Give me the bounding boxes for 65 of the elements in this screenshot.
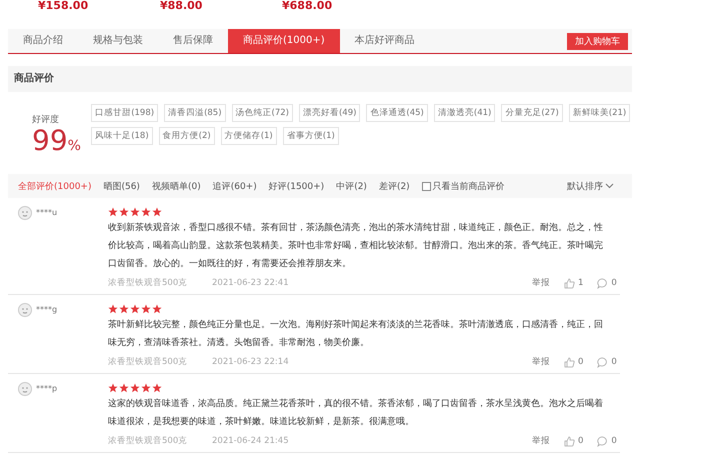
comment-count: 0 <box>611 436 617 446</box>
checkbox[interactable] <box>422 182 431 190</box>
rating-value: 99% <box>32 126 81 159</box>
review-tag[interactable]: 汤色纯正(72) <box>232 104 293 122</box>
thumbs-up-icon[interactable] <box>564 278 575 288</box>
chevron-down-icon <box>605 183 614 189</box>
comment-icon[interactable] <box>597 278 608 288</box>
like-count: 0 <box>578 357 584 367</box>
username: ****g <box>36 305 58 314</box>
review-text: 茶叶新鲜比较完整，颜色纯正分量也足。一次泡。海刚好茶叶闻起来有淡淡的兰花香味。茶叶清澈透底，口感清香，纯正，回味无穷，查清味香茶社。清透。头饱留香。非常耐泡，物美价廉。 <box>108 318 604 350</box>
add-to-cart-button[interactable]: 加入购物车 <box>567 32 628 50</box>
review-date: 2021-06-23 22:41 <box>212 278 290 288</box>
like-count: 1 <box>578 278 584 288</box>
sort-dropdown[interactable]: 默认排序 <box>567 180 603 192</box>
filter-tab[interactable]: 中评(2) <box>336 180 367 192</box>
product-price: ¥158.00 <box>37 0 90 11</box>
rating-label: 好评度 <box>32 114 59 126</box>
comment-icon[interactable] <box>597 356 608 368</box>
comment-count: 0 <box>611 357 617 367</box>
review-text: 这家的铁观音味道香，浓高品质。纯正黛兰花香茶叶，真的很不错。茶香浓郁，喝了口齿留香，茶水呈浅黄色。泡水之后喝着味道很浓，是我想要的味道，茶叶鲜嫩。味道比较新鲜，是新茶。很满意哦。 <box>108 398 604 429</box>
report-link[interactable]: 举报 <box>532 277 550 289</box>
review-date: 2021-06-23 22:14 <box>212 357 290 367</box>
review-tag[interactable]: 清澈透亮(41) <box>434 104 496 122</box>
comment-count: 0 <box>611 278 617 288</box>
thumbs-up-icon[interactable] <box>564 356 575 368</box>
product-price: ¥688.00 <box>281 0 334 11</box>
tab[interactable]: 规格与包装 <box>78 29 158 53</box>
review-tag[interactable]: 口感甘甜(198) <box>91 104 158 122</box>
review-tag[interactable]: 清香四溢(85) <box>164 104 226 122</box>
username: ****p <box>36 384 58 393</box>
tab[interactable]: 本店好评商品 <box>340 29 430 53</box>
filter-tab[interactable]: 视频晒单(0) <box>152 180 201 192</box>
tab[interactable]: 商品评价(1000+) <box>228 29 340 53</box>
product-variant: 浓香型铁观音500克 <box>108 356 188 368</box>
avatar-icon <box>18 206 32 220</box>
filter-tab[interactable]: 全部评价(1000+) <box>18 180 92 192</box>
review-tag[interactable]: 新鲜味美(21) <box>568 104 630 122</box>
username: ****u <box>36 208 58 217</box>
filter-tab[interactable]: 差评(2) <box>378 180 410 192</box>
filter-tab[interactable]: 好评(1500+) <box>268 180 324 192</box>
avatar-icon <box>18 382 32 396</box>
review-tag[interactable]: 方便储存(1) <box>220 127 277 145</box>
review-tag[interactable]: 风味十足(18) <box>91 127 153 145</box>
tab[interactable]: 商品介绍 <box>8 29 78 53</box>
review-tag[interactable]: 分量充足(27) <box>501 104 563 122</box>
review-tag[interactable]: 省事方便(1) <box>282 127 339 145</box>
product-variant: 浓香型铁观音500克 <box>108 277 188 289</box>
review-text: 收到新茶铁观音浓，香型口感很不错。茶有回甘，茶汤颜色清亮，泡出的茶水清纯甘甜，味道纯正，颜色正。耐泡。总之，性价比较高，喝着高山韵显。这款茶包装精美。茶叶也非常好喝，查相比较浓郁。甘醇滑口。泡出来的茶。香气纯正。茶叶喝完口齿留香。放心的。一如既往的好，有需要还会推荐朋友来。 <box>108 222 604 271</box>
review-date: 2021-06-24 21:45 <box>212 436 290 446</box>
product-variant: 浓香型铁观音500克 <box>108 435 188 447</box>
report-link[interactable]: 举报 <box>532 435 550 447</box>
filter-tab[interactable]: 晒图(56) <box>103 180 140 192</box>
avatar-icon <box>18 303 32 317</box>
review-tag[interactable]: 食用方便(2) <box>158 127 215 145</box>
review-tag[interactable]: 漂亮好看(49) <box>298 104 360 122</box>
like-count: 0 <box>578 436 584 446</box>
comment-icon[interactable] <box>597 436 608 446</box>
report-link[interactable]: 举报 <box>532 356 550 368</box>
filter-tab[interactable]: 追评(60+) <box>212 180 257 192</box>
section-title: 商品评价 <box>8 66 632 92</box>
checkbox-label[interactable]: 只看当前商品评价 <box>432 180 505 192</box>
product-price: ¥88.00 <box>159 0 204 11</box>
thumbs-up-icon[interactable] <box>564 436 575 446</box>
tab[interactable]: 售后保障 <box>158 29 228 53</box>
review-tag[interactable]: 色泽通透(45) <box>366 104 428 122</box>
